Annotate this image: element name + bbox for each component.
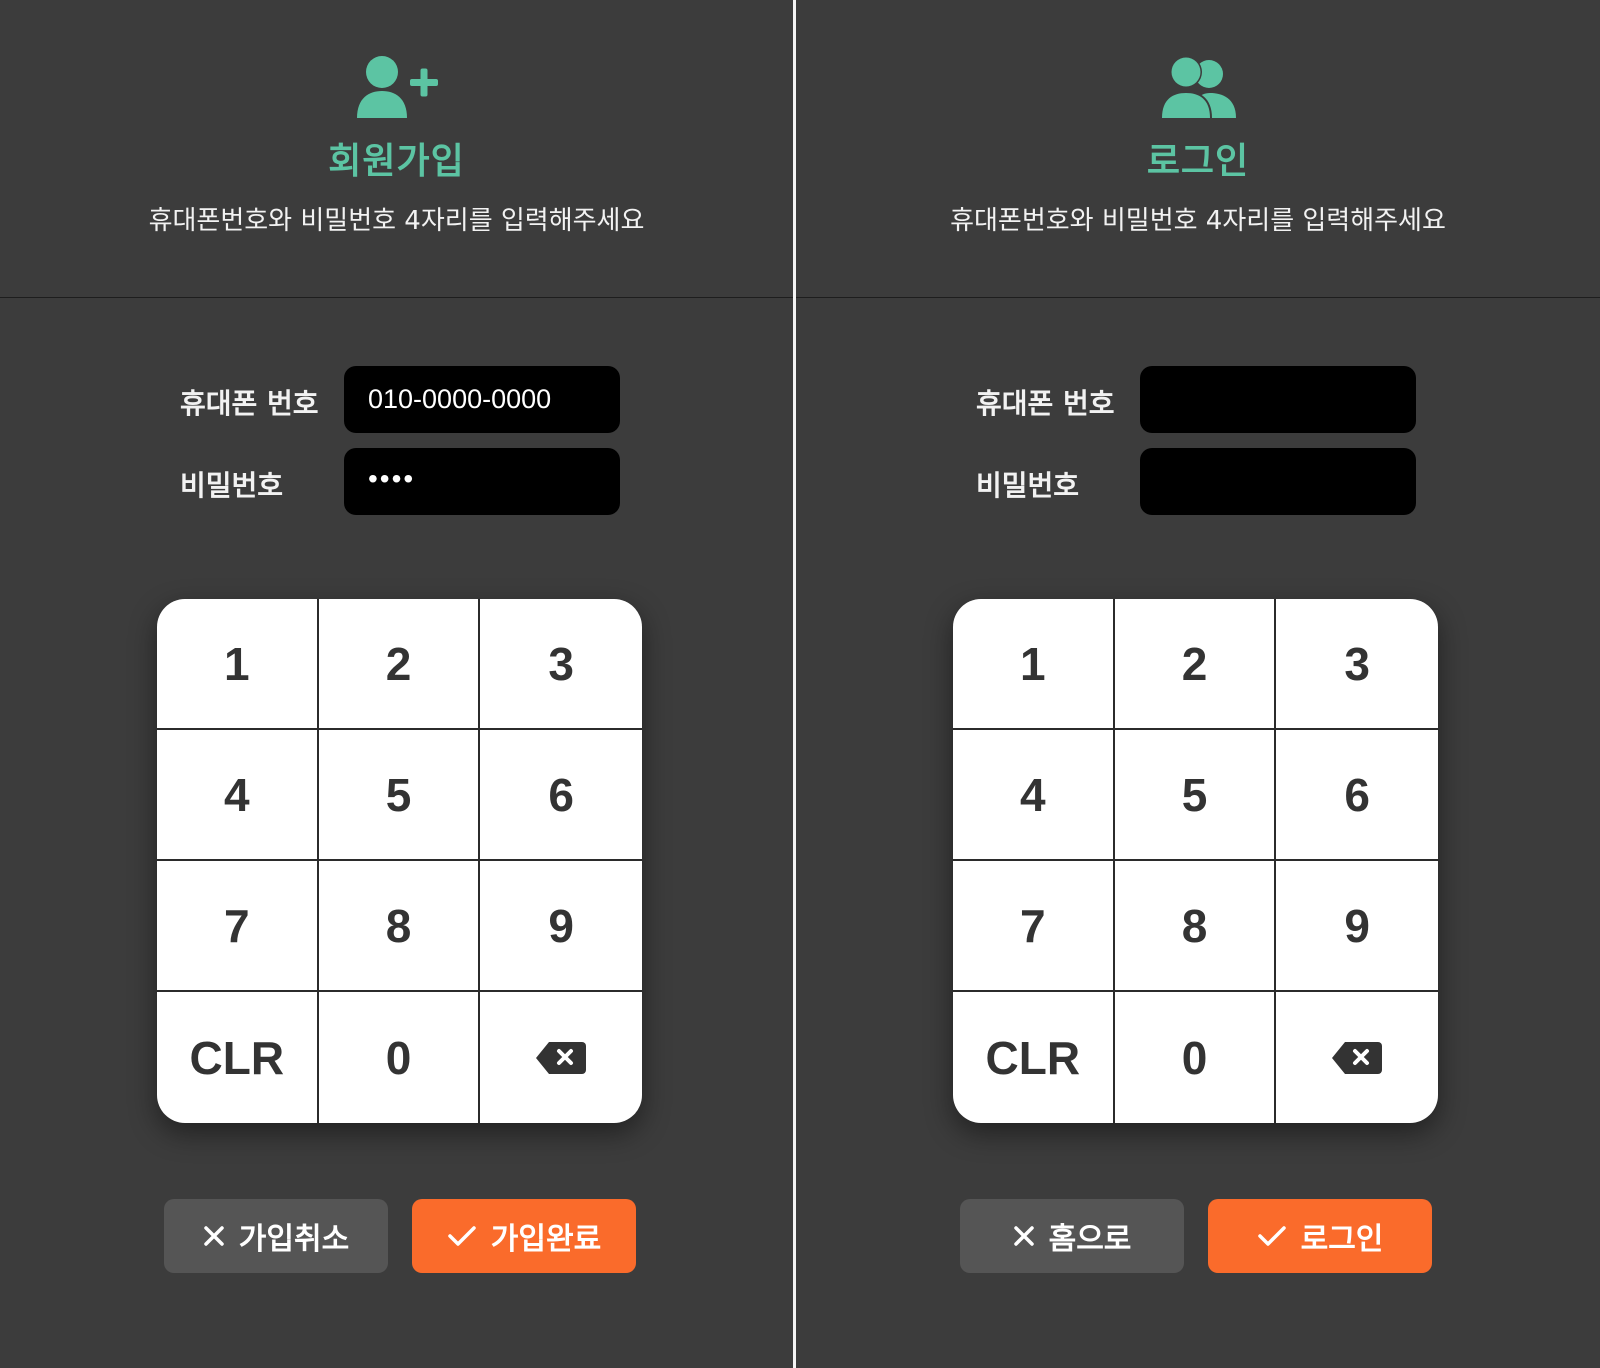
key-5[interactable]: 5: [1114, 730, 1277, 861]
key-0[interactable]: 0: [319, 992, 481, 1123]
signup-panel: 회원가입 휴대폰번호와 비밀번호 4자리를 입력해주세요 휴대폰 번호 010-…: [0, 0, 793, 1368]
screen: 회원가입 휴대폰번호와 비밀번호 4자리를 입력해주세요 휴대폰 번호 010-…: [0, 0, 1600, 1368]
login-button[interactable]: 로그인: [1208, 1199, 1432, 1273]
login-button-label: 로그인: [1300, 1222, 1384, 1257]
password-row: 비밀번호 ••••: [0, 448, 793, 516]
key-9[interactable]: 9: [480, 861, 642, 992]
password-label: 비밀번호: [180, 469, 284, 502]
complete-signup-label: 가입완료: [490, 1222, 602, 1257]
instruction-text: 휴대폰번호와 비밀번호 4자리를 입력해주세요: [950, 206, 1446, 236]
phone-row: 휴대폰 번호 010-0000-0000: [0, 366, 793, 434]
key-0[interactable]: 0: [1115, 992, 1277, 1123]
complete-signup-button[interactable]: 가입완료: [412, 1199, 636, 1273]
home-button-label: 홈으로: [1048, 1222, 1132, 1257]
backspace-icon: [1332, 1041, 1383, 1074]
key-clear[interactable]: CLR: [953, 992, 1115, 1123]
phone-row: 휴대폰 번호: [796, 366, 1600, 434]
key-7[interactable]: 7: [157, 861, 319, 992]
password-row: 비밀번호: [796, 448, 1600, 516]
close-icon: [1013, 1226, 1034, 1246]
key-4[interactable]: 4: [157, 730, 319, 861]
cancel-signup-button[interactable]: 가입취소: [164, 1199, 388, 1273]
phone-label: 휴대폰 번호: [976, 387, 1115, 420]
key-3[interactable]: 3: [480, 599, 642, 730]
backspace-icon: [536, 1041, 587, 1074]
cancel-signup-label: 가입취소: [238, 1222, 350, 1257]
key-3[interactable]: 3: [1276, 599, 1438, 730]
key-1[interactable]: 1: [953, 599, 1115, 730]
phone-input[interactable]: 010-0000-0000: [344, 366, 620, 433]
key-5[interactable]: 5: [318, 730, 481, 861]
users-icon: [1156, 54, 1240, 120]
phone-input[interactable]: [1140, 366, 1416, 433]
close-icon: [204, 1226, 224, 1246]
key-1[interactable]: 1: [157, 599, 319, 730]
key-9[interactable]: 9: [1276, 861, 1438, 992]
user-plus-icon: [355, 54, 439, 120]
password-input[interactable]: ••••: [344, 448, 620, 515]
key-backspace[interactable]: [480, 992, 642, 1123]
key-6[interactable]: 6: [480, 730, 642, 861]
login-header: 로그인 휴대폰번호와 비밀번호 4자리를 입력해주세요: [796, 0, 1600, 298]
home-button[interactable]: 홈으로: [960, 1199, 1184, 1273]
password-label: 비밀번호: [976, 469, 1080, 502]
key-4[interactable]: 4: [953, 730, 1115, 861]
key-8[interactable]: 8: [318, 861, 481, 992]
check-icon: [1257, 1226, 1286, 1246]
key-8[interactable]: 8: [1114, 861, 1277, 992]
key-7[interactable]: 7: [953, 861, 1115, 992]
page-title: 로그인: [1146, 141, 1250, 182]
key-2[interactable]: 2: [1114, 599, 1277, 730]
key-backspace[interactable]: [1276, 992, 1438, 1123]
page-title: 회원가입: [328, 141, 465, 182]
signup-header: 회원가입 휴대폰번호와 비밀번호 4자리를 입력해주세요: [0, 0, 793, 298]
check-icon: [448, 1226, 476, 1246]
password-input[interactable]: [1140, 448, 1416, 515]
login-panel: 로그인 휴대폰번호와 비밀번호 4자리를 입력해주세요 휴대폰 번호 비밀번호 …: [796, 0, 1600, 1368]
key-2[interactable]: 2: [318, 599, 481, 730]
instruction-text: 휴대폰번호와 비밀번호 4자리를 입력해주세요: [148, 206, 645, 236]
numeric-keypad: 1 2 3 4 5 6 7 8 9 CLR 0: [157, 599, 642, 1123]
phone-label: 휴대폰 번호: [180, 387, 319, 420]
numeric-keypad: 1 2 3 4 5 6 7 8 9 CLR 0: [953, 599, 1438, 1123]
key-clear[interactable]: CLR: [157, 992, 319, 1123]
key-6[interactable]: 6: [1276, 730, 1438, 861]
